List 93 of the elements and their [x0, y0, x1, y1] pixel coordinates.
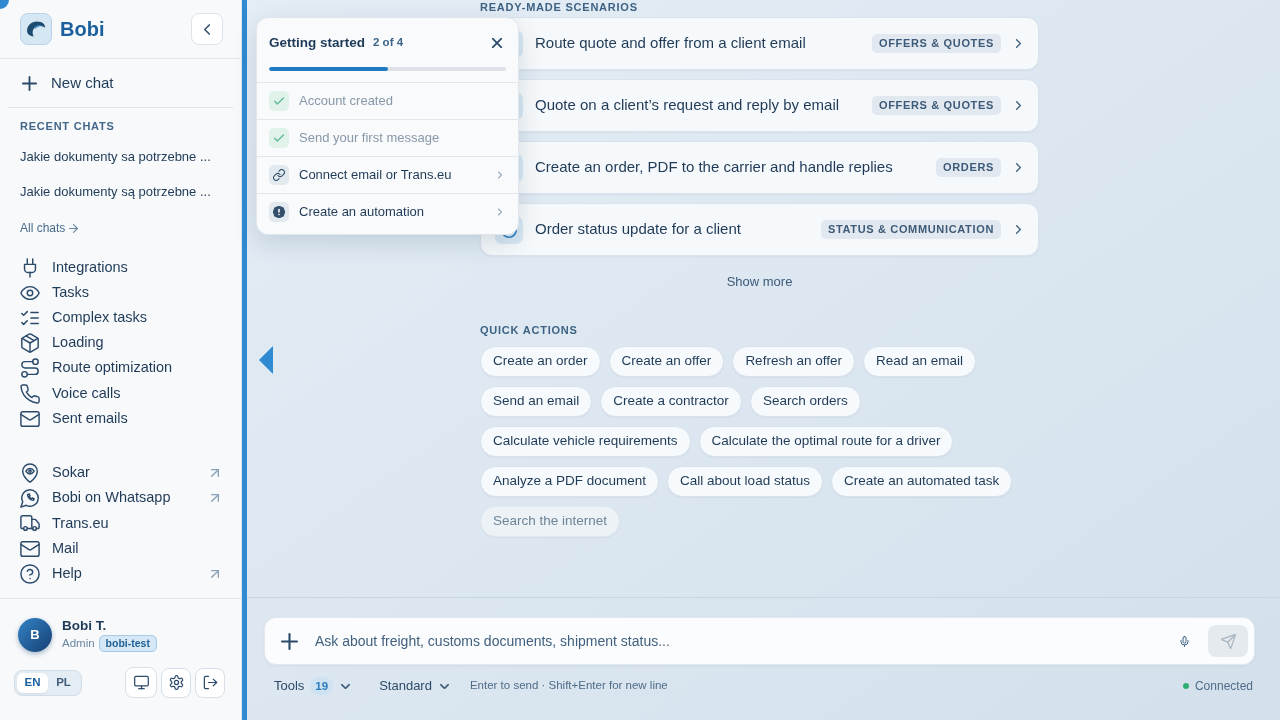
chevron-right-icon	[1016, 225, 1021, 234]
chevron-right-icon	[1016, 101, 1021, 110]
question-circle-icon	[20, 563, 40, 584]
popup-title: Getting started	[269, 33, 365, 52]
count-badge: 19	[310, 677, 334, 695]
category-tag: STATUS & COMMUNICATION	[820, 220, 1001, 239]
scenario-title: Create an order, PDF to the carrier and handle replies	[535, 157, 893, 178]
scenario-title: Quote on a client’s request and reply by email	[535, 95, 840, 116]
nav-link[interactable]: Sent emails	[0, 406, 241, 432]
quick-action-chip[interactable]: Analyze a PDF document	[480, 466, 660, 497]
external-link[interactable]: Sokar	[0, 460, 241, 486]
quick-action-chip[interactable]: Create a contractor	[600, 386, 742, 417]
nav-link[interactable]: Route optimization	[0, 355, 241, 381]
quick-action-chip[interactable]: Refresh an offer	[732, 346, 855, 377]
envelope-icon	[20, 538, 40, 559]
recent-chat-link[interactable]: Jakie dokumenty są potrzebne ...	[0, 174, 241, 209]
external-arrow-icon	[211, 494, 219, 503]
settings-icon	[168, 675, 184, 691]
brand-name: Bobi	[60, 17, 105, 41]
quick-action-chip[interactable]: Call about load status	[667, 466, 823, 497]
section-heading: READY-MADE SCENARIOS	[480, 1, 639, 13]
quick-action-chip[interactable]: Create an offer	[608, 346, 725, 377]
external-arrow-icon	[211, 569, 219, 578]
mode-dropdown[interactable]: Standard	[379, 676, 449, 696]
message-input[interactable]: Ask about freight, customs documents, shipment status...	[315, 626, 1174, 656]
truck-icon	[20, 513, 40, 534]
quick-action-chip[interactable]: Send an email	[480, 386, 593, 417]
send-icon	[1220, 633, 1236, 649]
chevron-left-icon	[204, 23, 210, 35]
box-icon	[20, 333, 40, 354]
recent-chat-link[interactable]: Jakie dokumenty sa potrzebne ...	[0, 139, 241, 174]
external-arrow-icon	[211, 468, 219, 477]
all-chats-link[interactable]: All chats	[20, 218, 79, 238]
route-icon	[20, 358, 40, 379]
plus-icon	[22, 75, 37, 91]
logout-button[interactable]	[195, 667, 225, 698]
left-triangle-icon[interactable]	[259, 346, 273, 374]
resize-handle[interactable]	[242, 0, 247, 720]
section-heading: RECENT CHATS	[19, 120, 116, 132]
user-role: Admin	[62, 636, 95, 651]
nav-link[interactable]: Voice calls	[0, 380, 241, 407]
chevron-down-icon	[439, 683, 449, 689]
attach-button[interactable]	[279, 631, 299, 651]
scenario-card[interactable]: Order status update for a client STATUS & COMMUNICATION	[480, 203, 1039, 256]
progress-count: 2 of 4	[373, 35, 404, 51]
external-link[interactable]: Mail	[0, 536, 241, 562]
language-option[interactable]: PL	[48, 672, 79, 693]
nav-link[interactable]: Tasks	[0, 280, 241, 306]
user-name: Bobi T.	[62, 618, 108, 634]
chevron-right-icon	[1016, 163, 1021, 172]
quick-action-chip[interactable]: Search orders	[749, 386, 861, 417]
category-tag: ORDERS	[935, 158, 1001, 177]
new-chat-button[interactable]: New chat	[0, 59, 241, 107]
arrow-right-icon	[69, 223, 79, 233]
category-tag: OFFERS & QUOTES	[871, 34, 1001, 53]
workspace-badge: bobi-test	[98, 635, 157, 653]
envelope-icon	[20, 408, 40, 429]
connection-status: Connected	[1194, 678, 1253, 695]
chevron-right-icon	[498, 208, 502, 216]
tools-button[interactable]: Tools 19	[274, 676, 351, 696]
dolphin-logo-icon	[20, 13, 52, 45]
scenario-title: Route quote and offer from a client email	[535, 33, 806, 54]
category-tag: OFFERS & QUOTES	[871, 96, 1001, 115]
user-avatar: B	[18, 618, 52, 653]
language-option[interactable]: EN	[17, 672, 48, 693]
quick-action-chip[interactable]: Create an order	[480, 346, 601, 377]
monitor-icon	[133, 675, 149, 691]
microphone-icon	[1178, 633, 1190, 649]
display-button[interactable]	[125, 667, 157, 699]
nav-link[interactable]: Complex tasks	[0, 305, 241, 331]
settings-button[interactable]	[161, 667, 191, 698]
show-more-button[interactable]: Show more	[726, 272, 793, 292]
map-pin-eye-icon	[20, 462, 40, 483]
nav-link[interactable]: Loading	[0, 330, 241, 356]
chevron-down-icon	[341, 683, 351, 689]
external-link[interactable]: Help	[0, 561, 241, 587]
chevron-right-icon	[1016, 39, 1021, 48]
plus-icon	[280, 632, 298, 650]
quick-action-chip[interactable]: Read an email	[862, 346, 976, 377]
message-box[interactable]: Ask about freight, customs documents, shipment status...	[264, 617, 1255, 665]
phone-icon	[20, 383, 40, 404]
external-link[interactable]: Bobi on Whatsapp	[0, 485, 241, 511]
checklist-step[interactable]: Create an automation	[257, 193, 518, 230]
quick-action-chip[interactable]: Create an automated task	[830, 466, 1013, 497]
quick-action-chip[interactable]: Calculate vehicle requirements	[480, 426, 691, 457]
nav-link[interactable]: Integrations	[0, 255, 241, 281]
quick-action-chip[interactable]: Calculate the optimal route for a driver	[698, 426, 954, 457]
scenario-title: Order status update for a client	[535, 219, 741, 240]
chat-bubble-phone-icon	[20, 488, 40, 509]
external-link[interactable]: Trans.eu	[0, 510, 241, 537]
keyboard-hint: Enter to send · Shift+Enter for new line	[469, 678, 668, 694]
section-heading: QUICK ACTIONS	[480, 324, 579, 336]
logout-icon	[202, 675, 218, 691]
